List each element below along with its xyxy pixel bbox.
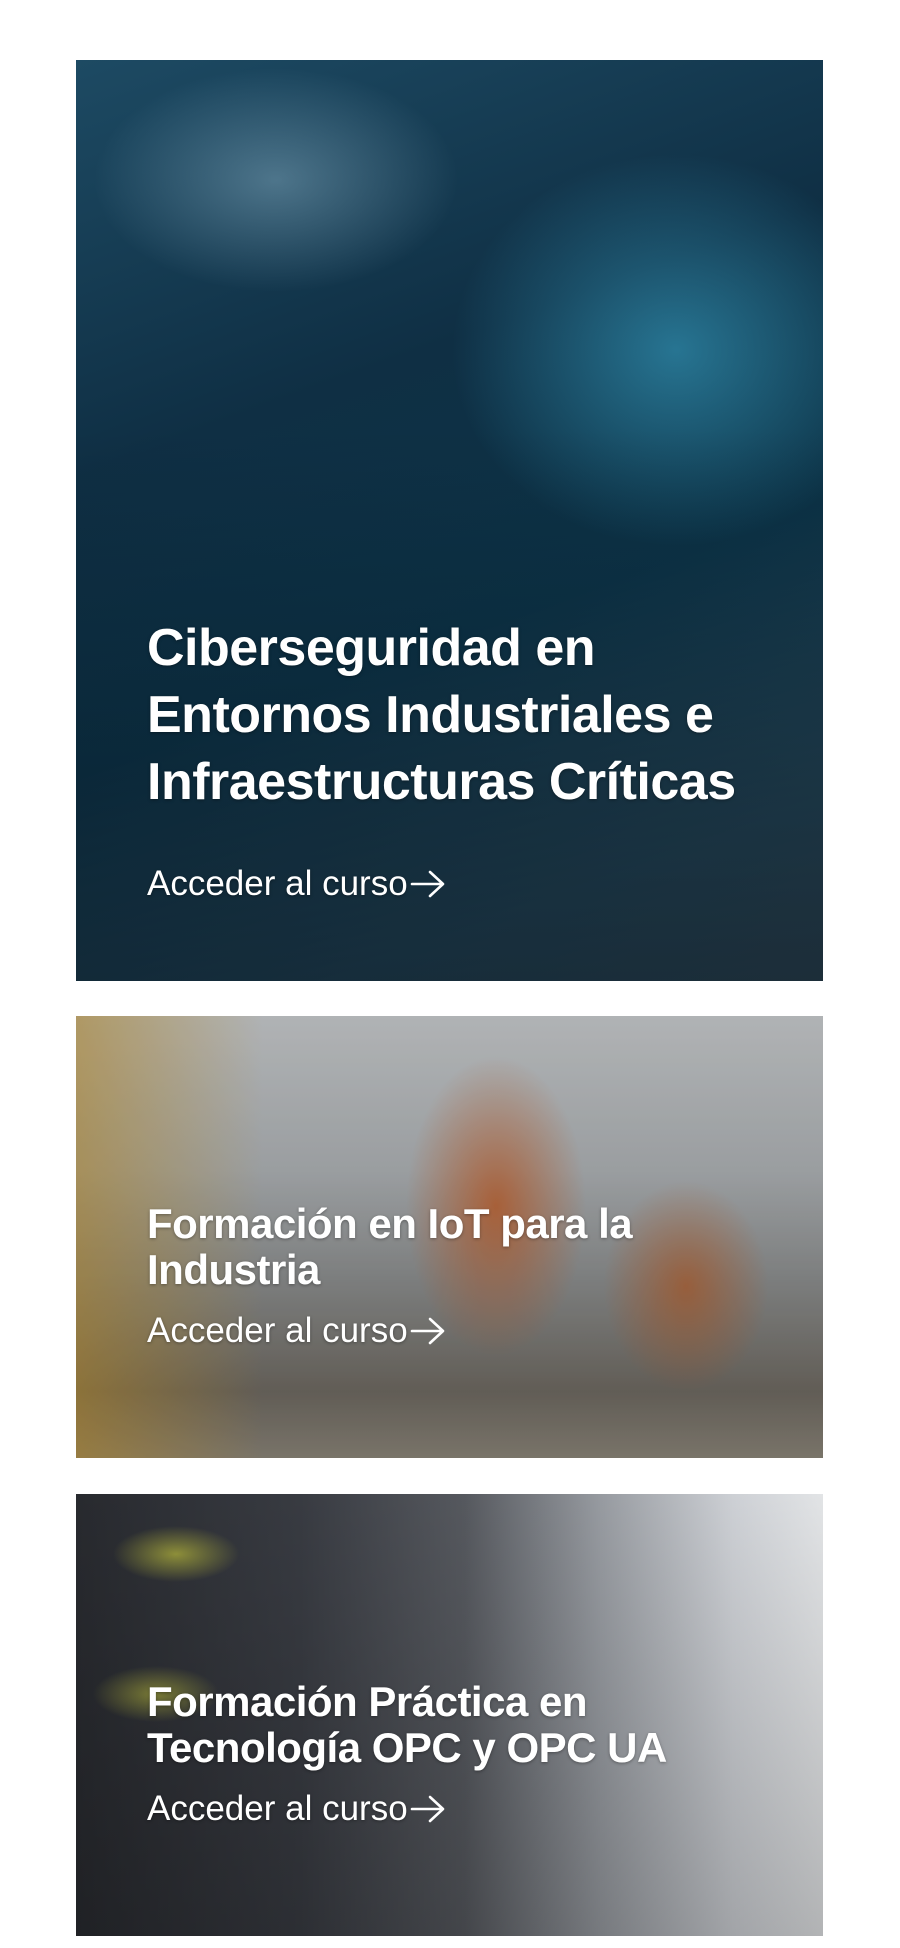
arrow-right-icon bbox=[410, 870, 444, 898]
access-course-label: Acceder al curso bbox=[147, 1789, 408, 1828]
access-course-link[interactable]: Acceder al curso bbox=[147, 864, 763, 904]
access-course-link[interactable]: Acceder al curso bbox=[147, 1311, 763, 1351]
access-course-link[interactable]: Acceder al curso bbox=[147, 1789, 763, 1829]
arrow-right-icon bbox=[410, 1795, 444, 1823]
course-card-opc[interactable]: Formación Práctica en Tecnología OPC y O… bbox=[76, 1494, 823, 1936]
course-title: Formación Práctica en Tecnología OPC y O… bbox=[147, 1678, 667, 1771]
course-title: Ciberseguridad en Entornos Industriales … bbox=[147, 619, 736, 811]
access-course-label: Acceder al curso bbox=[147, 1311, 408, 1350]
course-title: Formación en IoT para la Industria bbox=[147, 1200, 633, 1293]
course-card-iot[interactable]: Formación en IoT para la Industria Acced… bbox=[76, 1016, 823, 1458]
access-course-label: Acceder al curso bbox=[147, 864, 408, 903]
course-card-cybersecurity[interactable]: Ciberseguridad en Entornos Industriales … bbox=[76, 60, 823, 981]
arrow-right-icon bbox=[410, 1317, 444, 1345]
